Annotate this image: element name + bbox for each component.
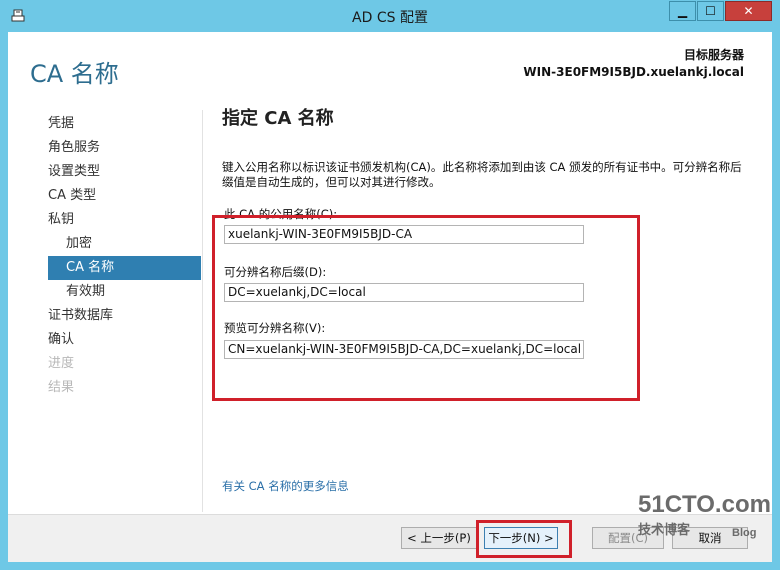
nav-item-role-services[interactable]: 角色服务 [48,136,201,160]
page-title: CA 名称 [30,60,119,88]
wizard-nav: 凭据 角色服务 设置类型 CA 类型 私钥 加密 CA 名称 有效期 证书数据库… [48,112,201,400]
nav-item-ca-type[interactable]: CA 类型 [48,184,201,208]
target-server-label: 目标服务器 [683,48,744,62]
watermark: 51CTO.com 技术博客 Blog [630,487,780,539]
content-panel: 指定 CA 名称 键入公用名称以标识该证书颁发机构(CA)。此名称将添加到由该 … [212,104,752,401]
nav-item-ca-name[interactable]: CA 名称 [48,256,201,280]
nav-item-credentials[interactable]: 凭据 [48,112,201,136]
adcs-config-window: AD CS 配置 ▁ ☐ ✕ CA 名称 目标服务器 WIN-3E0FM9I5B… [0,0,780,570]
content-description: 键入公用名称以标识该证书颁发机构(CA)。此名称将添加到由该 CA 颁发的所有证… [222,160,742,189]
nav-item-validity-period[interactable]: 有效期 [48,280,201,304]
watermark-site: 51CTO.com [638,491,771,518]
next-button-highlight [476,520,572,558]
maximize-button[interactable]: ☐ [697,1,724,21]
red-highlight-box [212,215,640,401]
nav-item-results: 结果 [48,380,75,395]
watermark-blog: Blog [732,527,757,539]
close-button[interactable]: ✕ [725,1,772,21]
title-bar[interactable]: AD CS 配置 ▁ ☐ ✕ [0,0,780,32]
nav-item-confirmation[interactable]: 确认 [48,328,201,352]
nav-item-cryptography[interactable]: 加密 [48,232,201,256]
nav-item-setup-type[interactable]: 设置类型 [48,160,201,184]
nav-divider [202,110,203,512]
nav-item-private-key[interactable]: 私钥 [48,208,201,232]
minimize-button[interactable]: ▁ [669,1,696,21]
nav-item-certificate-database[interactable]: 证书数据库 [48,304,201,328]
wizard-client-area: CA 名称 目标服务器 WIN-3E0FM9I5BJD.xuelankj.loc… [8,32,772,562]
target-server-name: WIN-3E0FM9I5BJD.xuelankj.local [523,65,744,79]
nav-item-progress: 进度 [48,356,75,371]
window-title: AD CS 配置 [352,10,428,26]
previous-button[interactable]: < 上一步(P) [401,527,477,549]
watermark-subtitle: 技术博客 [638,523,691,538]
content-title: 指定 CA 名称 [222,108,334,129]
more-info-link[interactable]: 有关 CA 名称的更多信息 [222,478,349,494]
